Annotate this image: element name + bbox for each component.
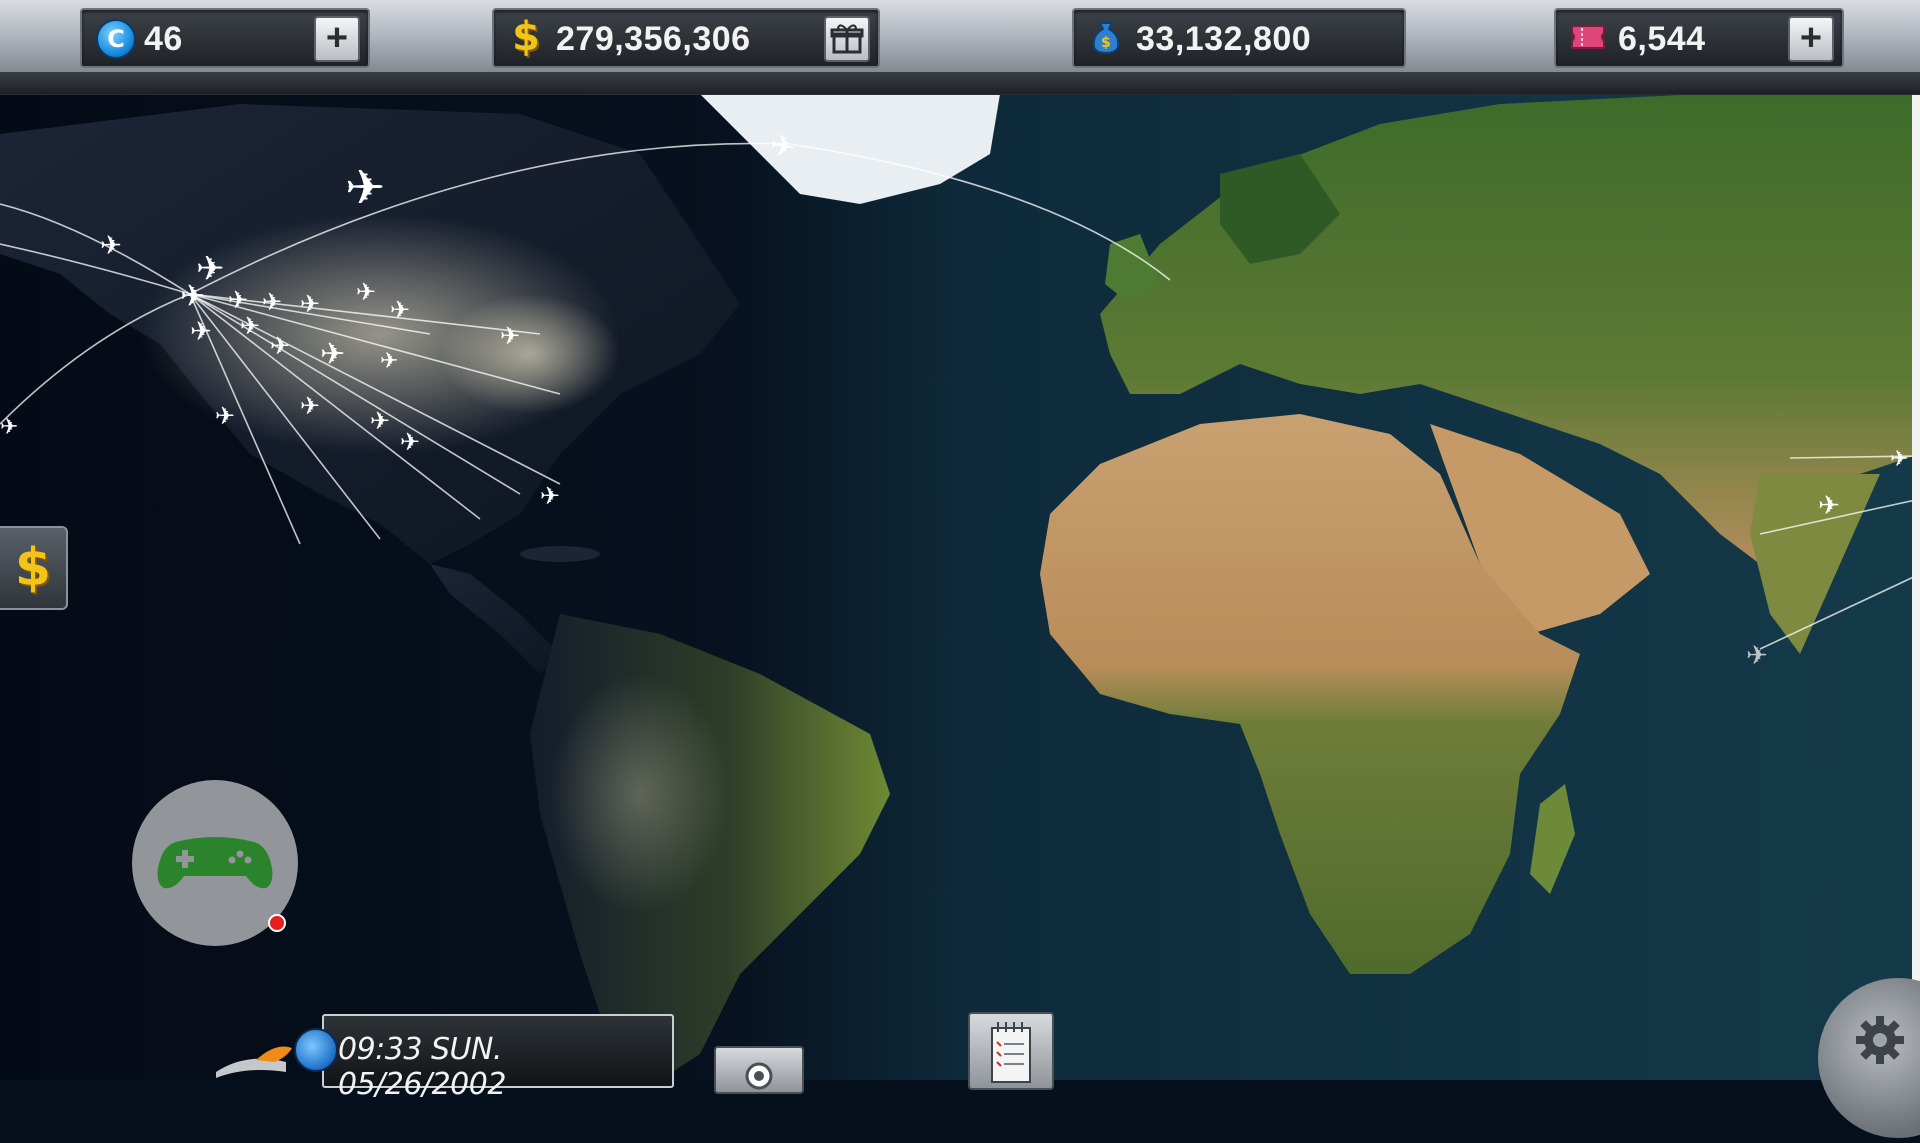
svg-text:✈: ✈: [1818, 491, 1840, 521]
settings-button[interactable]: [1818, 978, 1920, 1138]
gift-button[interactable]: [824, 16, 870, 62]
screen-edge: [1912, 0, 1920, 1080]
svg-text:✈: ✈: [540, 482, 560, 510]
svg-text:✈: ✈: [215, 402, 235, 430]
svg-text:$: $: [1101, 35, 1111, 51]
gift-icon: [830, 24, 864, 54]
svg-text:✈: ✈: [356, 278, 376, 306]
cash-value: 279,356,306: [556, 20, 751, 58]
resource-bar-shadow: [0, 72, 1920, 94]
buy-coins-button[interactable]: +: [314, 16, 360, 62]
fuel-counter: $ 33,132,800: [1072, 8, 1406, 68]
svg-text:✈: ✈: [240, 312, 260, 340]
finance-button[interactable]: $: [0, 526, 68, 610]
svg-text:✈: ✈: [320, 337, 345, 372]
tasks-button[interactable]: [968, 1012, 1054, 1090]
coin-c-icon: C: [96, 19, 136, 59]
svg-text:✈: ✈: [345, 160, 385, 216]
svg-text:✈: ✈: [400, 428, 420, 456]
ticket-icon: [1570, 19, 1606, 55]
svg-text:✈: ✈: [1890, 447, 1908, 472]
finance-dollar-icon: $: [14, 538, 52, 598]
coins-value: 46: [144, 20, 183, 58]
fuel-value: 33,132,800: [1136, 20, 1312, 58]
game-clock-panel: 09:33 SUN. 05/26/2002: [322, 1014, 674, 1102]
cash-counter: $ 279,356,306: [492, 8, 880, 68]
svg-text:✈: ✈: [180, 279, 205, 314]
target-icon: [745, 1062, 773, 1090]
clock-icon: [294, 1028, 338, 1072]
tickets-counter: 6,544 +: [1554, 8, 1844, 68]
svg-text:✈: ✈: [100, 231, 122, 261]
svg-text:✈: ✈: [390, 296, 410, 324]
notification-dot: [268, 914, 286, 932]
center-view-button[interactable]: [714, 1046, 804, 1094]
gear-icon: [1856, 1016, 1904, 1064]
svg-text:✈: ✈: [262, 288, 282, 316]
buy-tickets-button[interactable]: +: [1788, 16, 1834, 62]
svg-text:✈: ✈: [190, 317, 212, 347]
svg-text:✈: ✈: [0, 415, 18, 440]
svg-text:✈: ✈: [300, 392, 320, 420]
svg-text:✈: ✈: [1746, 641, 1768, 671]
coins-counter: C 46 +: [80, 8, 370, 68]
dollar-symbol: $: [512, 14, 540, 60]
game-datetime: 09:33 SUN. 05/26/2002: [338, 1032, 506, 1102]
dollar-icon: $: [508, 14, 544, 60]
svg-text:✈: ✈: [228, 286, 248, 314]
resource-bar: C 46 + $ 279,356,306 $ 33,132,800 6,544 …: [0, 0, 1920, 95]
notepad-icon: [991, 1022, 1031, 1083]
svg-text:✈: ✈: [370, 407, 390, 435]
coin-letter: C: [107, 25, 125, 53]
tickets-value: 6,544: [1618, 20, 1706, 58]
svg-text:✈: ✈: [500, 322, 520, 350]
pilot-wings-emblem: [216, 1042, 296, 1082]
svg-text:✈: ✈: [300, 290, 320, 318]
svg-text:✈: ✈: [380, 349, 398, 374]
svg-text:✈: ✈: [270, 332, 290, 360]
money-bag-icon: $: [1088, 19, 1124, 55]
